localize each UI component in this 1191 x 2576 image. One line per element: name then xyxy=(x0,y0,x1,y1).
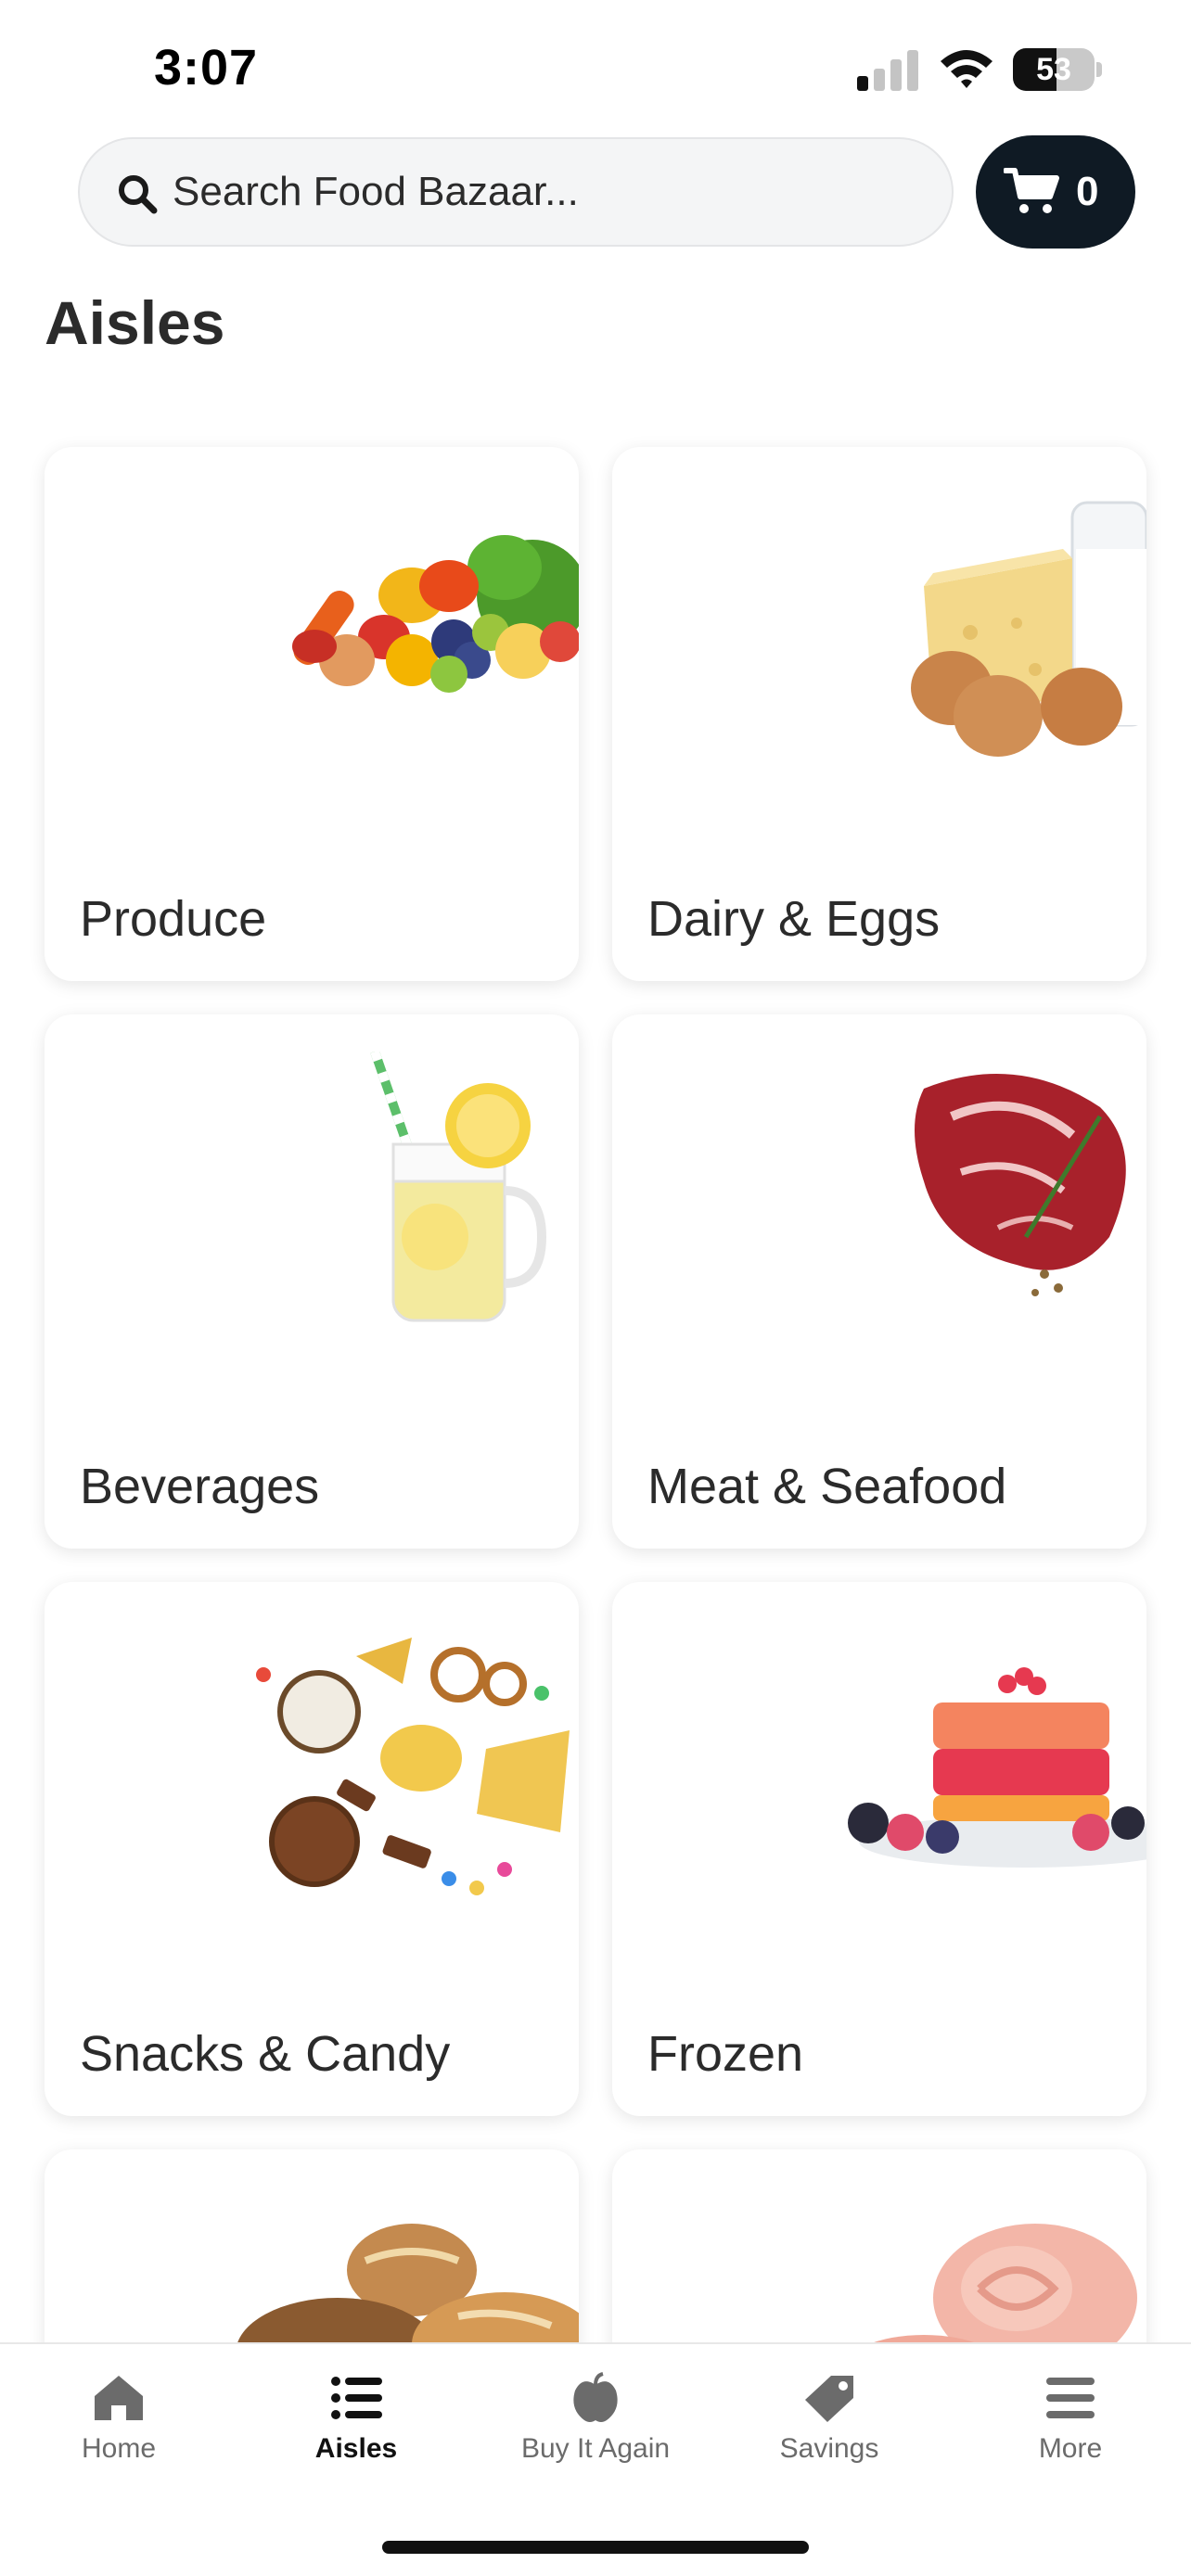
menu-icon xyxy=(1046,2378,1095,2418)
aisle-label: Dairy & Eggs xyxy=(647,891,941,947)
aisle-label: Meat & Seafood xyxy=(647,1459,1007,1514)
snacks-photo xyxy=(226,1619,579,1916)
home-icon xyxy=(95,2376,143,2420)
battery-level: 53 xyxy=(1036,52,1071,87)
aisle-tile-dairy-eggs[interactable]: Dairy & Eggs xyxy=(612,447,1146,981)
tag-icon xyxy=(805,2376,853,2422)
aisle-tile-snacks-candy[interactable]: Snacks & Candy xyxy=(45,1582,579,2116)
aisle-label: Snacks & Candy xyxy=(80,2026,451,2082)
search-bar[interactable] xyxy=(78,137,954,247)
aisle-tile-beverages[interactable]: Beverages xyxy=(45,1014,579,1549)
nav-label: Buy It Again xyxy=(520,2433,671,2464)
search-input[interactable] xyxy=(173,139,915,245)
nav-item-buy-it-again[interactable]: Buy It Again xyxy=(493,2372,698,2474)
nav-item-savings[interactable]: Savings xyxy=(727,2372,931,2474)
cellular-signal-icon xyxy=(857,50,918,91)
aisle-tile-meat-seafood[interactable]: Meat & Seafood xyxy=(612,1014,1146,1549)
frozen-dessert-photo xyxy=(794,1619,1146,1916)
lemonade-photo xyxy=(226,1050,579,1348)
wifi-icon xyxy=(941,50,992,88)
list-icon xyxy=(331,2377,382,2419)
dairy-eggs-photo xyxy=(794,484,1146,781)
aisle-label: Produce xyxy=(80,891,267,947)
aisle-label: Frozen xyxy=(647,2026,804,2082)
nav-label: Savings xyxy=(779,2433,879,2464)
nav-label: Aisles xyxy=(314,2433,398,2464)
aisle-tile-produce[interactable]: Produce xyxy=(45,447,579,981)
cart-icon xyxy=(1004,168,1059,213)
nav-item-home[interactable]: Home xyxy=(17,2372,221,2474)
status-bar: 3:07 53 xyxy=(0,0,1191,130)
cart-button[interactable]: 0 xyxy=(976,135,1135,249)
battery-icon: 53 xyxy=(1013,48,1102,91)
search-icon xyxy=(119,175,158,214)
page-title: Aisles xyxy=(45,288,225,357)
nav-item-more[interactable]: More xyxy=(968,2372,1172,2474)
nav-label: More xyxy=(1038,2433,1103,2464)
home-indicator xyxy=(382,2541,809,2554)
apple-icon xyxy=(573,2372,618,2422)
aisle-tile-frozen[interactable]: Frozen xyxy=(612,1582,1146,2116)
steak-photo xyxy=(794,1052,1146,1348)
aisle-label: Beverages xyxy=(80,1459,320,1514)
nav-label: Home xyxy=(81,2433,157,2464)
produce-photo xyxy=(226,484,579,781)
nav-item-aisles[interactable]: Aisles xyxy=(254,2372,458,2474)
status-time: 3:07 xyxy=(154,40,259,96)
cart-count: 0 xyxy=(1076,169,1099,214)
